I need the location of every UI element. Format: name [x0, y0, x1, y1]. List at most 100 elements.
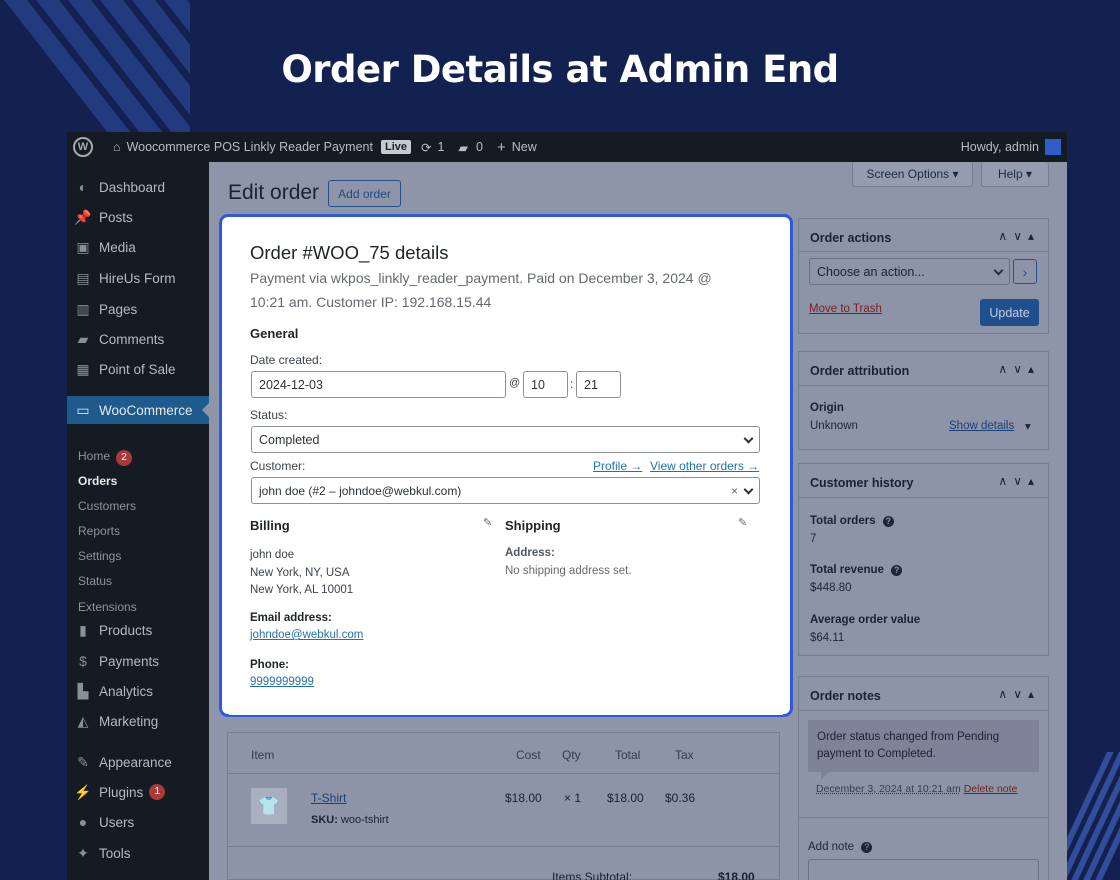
hour-input[interactable]: 10	[523, 371, 568, 398]
submenu-item-home[interactable]: Home 2	[78, 449, 133, 466]
shipping-address-label: Address:	[505, 547, 555, 559]
site-name[interactable]: Woocommerce POS Linkly Reader Payment	[127, 140, 373, 154]
date-created-input[interactable]: 2024-12-03	[251, 371, 506, 398]
submenu-label: Orders	[78, 474, 118, 488]
submenu-label: Home	[78, 449, 111, 463]
item-total: $18.00	[607, 791, 644, 805]
sidebar-item-payments[interactable]: $ Payments	[67, 647, 209, 675]
comments-link[interactable]: ▰ 0	[458, 140, 483, 155]
phone-link[interactable]: 9999999999	[250, 676, 314, 688]
sidebar-item-label: Posts	[99, 209, 133, 225]
media-icon: ▣	[76, 238, 90, 255]
new-link[interactable]: + New	[497, 139, 537, 156]
product-name-link[interactable]: T-Shirt	[311, 791, 346, 805]
edit-billing-pencil-icon[interactable]: ✎	[483, 516, 492, 529]
clear-icon[interactable]: ×	[731, 484, 738, 498]
sidebar-item-products[interactable]: ▮ Products	[67, 616, 209, 644]
sidebar-item-woocommerce[interactable]: ▭ WooCommerce	[67, 396, 209, 424]
sidebar-item-label: Products	[99, 622, 153, 638]
sidebar-item-posts[interactable]: 📌 Posts	[67, 203, 209, 231]
submenu-item-orders[interactable]: Orders	[78, 474, 117, 488]
total-revenue-label: Total revenue ?	[810, 564, 903, 576]
sidebar-item-label: Point of Sale	[99, 361, 176, 377]
sidebar-item-marketing[interactable]: ◭ Marketing	[67, 707, 209, 735]
order-attribution-panel: Order attribution ∧∨▴ Origin Unknown Sho…	[798, 351, 1049, 450]
billing-heading: Billing	[250, 518, 290, 533]
submenu-item-status[interactable]: Status	[78, 574, 112, 588]
products-icon: ▮	[79, 621, 87, 638]
plugins-update-badge: 1	[149, 784, 166, 800]
help-button[interactable]: Help ▾	[981, 162, 1049, 187]
new-label: New	[511, 140, 537, 154]
comments-count: 0	[476, 140, 483, 154]
form-icon: ▤	[76, 269, 90, 286]
sidebar-item-media[interactable]: ▣ Media	[67, 233, 209, 261]
sidebar-item-comments[interactable]: ▰ Comments	[67, 325, 209, 353]
panel-toggle-icons[interactable]: ∧∨▴	[998, 362, 1040, 376]
action-select[interactable]: Choose an action...	[809, 258, 1010, 285]
total-revenue-value: $448.80	[810, 582, 852, 594]
panel-toggle-icons[interactable]: ∧∨▴	[998, 687, 1040, 701]
submenu-label: Extensions	[78, 600, 137, 614]
sidebar-item-label: Appearance	[99, 754, 172, 770]
submenu-item-extensions[interactable]: Extensions	[78, 600, 137, 614]
sidebar-item-dashboard[interactable]: ◐ Dashboard	[67, 173, 209, 201]
highlight-frame: Order #WOO_75 details Payment via wkpos_…	[219, 214, 793, 717]
user-avatar[interactable]	[1045, 139, 1061, 155]
submenu-item-settings[interactable]: Settings	[78, 549, 121, 563]
product-sku: SKU: woo-tshirt	[311, 814, 389, 826]
view-other-orders-link[interactable]: View other orders →	[650, 459, 759, 473]
edit-shipping-pencil-icon[interactable]: ✎	[738, 516, 747, 529]
sidebar-item-label: Tools	[99, 845, 131, 861]
billing-address: john doe New York, NY, USA New York, AL 10…	[250, 549, 354, 596]
items-header-total: Total	[615, 748, 641, 762]
submenu-item-reports[interactable]: Reports	[78, 524, 120, 538]
submenu-label: Reports	[78, 524, 121, 538]
sidebar-item-plugins[interactable]: ⚡ Plugins 1	[67, 778, 209, 806]
sidebar-item-pages[interactable]: ▥ Pages	[67, 295, 209, 323]
marketing-icon: ◭	[77, 712, 89, 729]
date-created-label: Date created:	[250, 353, 323, 367]
origin-value: Unknown	[810, 420, 858, 432]
panel-toggle-icons[interactable]: ∧∨▴	[998, 229, 1040, 243]
screen-options-button[interactable]: Screen Options ▾	[852, 162, 973, 187]
howdy-text[interactable]: Howdy, admin	[961, 140, 1039, 154]
items-header-cost: Cost	[516, 748, 541, 762]
order-notes-panel: Order notes ∧∨▴ Order status changed fro…	[798, 676, 1049, 880]
sidebar-item-tools[interactable]: ✦ Tools	[67, 839, 209, 867]
customer-select[interactable]: john doe (#2 – johndoe@webkul.com) ×	[251, 477, 760, 504]
help-icon: ?	[882, 516, 894, 527]
show-details-link[interactable]: Show details	[949, 420, 1014, 432]
sidebar-item-point-of-sale[interactable]: ▦ Point of Sale	[67, 355, 209, 383]
add-order-button[interactable]: Add order	[328, 180, 401, 207]
move-to-trash-link[interactable]: Move to Trash	[809, 303, 882, 315]
sidebar-item-users[interactable]: ● Users	[67, 808, 209, 836]
status-select[interactable]: Completed	[251, 426, 760, 453]
comment-bubble-icon: ▰	[458, 140, 469, 155]
add-note-label: Add note ?	[808, 841, 873, 853]
product-thumbnail: 👕	[251, 788, 287, 824]
apply-action-button[interactable]: ›	[1013, 259, 1037, 284]
live-badge: Live	[380, 140, 411, 154]
add-note-textarea[interactable]	[808, 859, 1039, 880]
panel-toggle-icons[interactable]: ∧∨▴	[998, 474, 1040, 488]
delete-note-link[interactable]: Delete note	[964, 783, 1018, 795]
sidebar-item-analytics[interactable]: ▙ Analytics	[67, 677, 209, 705]
update-button[interactable]: Update	[980, 299, 1039, 326]
page-title: Edit order	[228, 181, 320, 204]
home-badge: 2	[116, 450, 133, 466]
pin-icon: 📌	[74, 208, 92, 225]
submenu-label: Status	[78, 574, 113, 588]
wordpress-logo-icon[interactable]: W	[73, 137, 93, 157]
aov-label: Average order value	[810, 614, 921, 626]
caret-down-icon[interactable]: ▾	[1025, 419, 1031, 433]
submenu-item-customers[interactable]: Customers	[78, 499, 136, 513]
minute-input[interactable]: 21	[576, 371, 621, 398]
sidebar-item-hireus-form[interactable]: ▤ HireUs Form	[67, 264, 209, 292]
sidebar-item-appearance[interactable]: ✎ Appearance	[67, 748, 209, 776]
home-icon[interactable]: ⌂	[113, 140, 121, 154]
submenu-label: Customers	[78, 499, 137, 513]
profile-link[interactable]: Profile →	[593, 459, 642, 473]
email-link[interactable]: johndoe@webkul.com	[250, 629, 363, 641]
updates-link[interactable]: ⟳ 1	[421, 140, 444, 155]
